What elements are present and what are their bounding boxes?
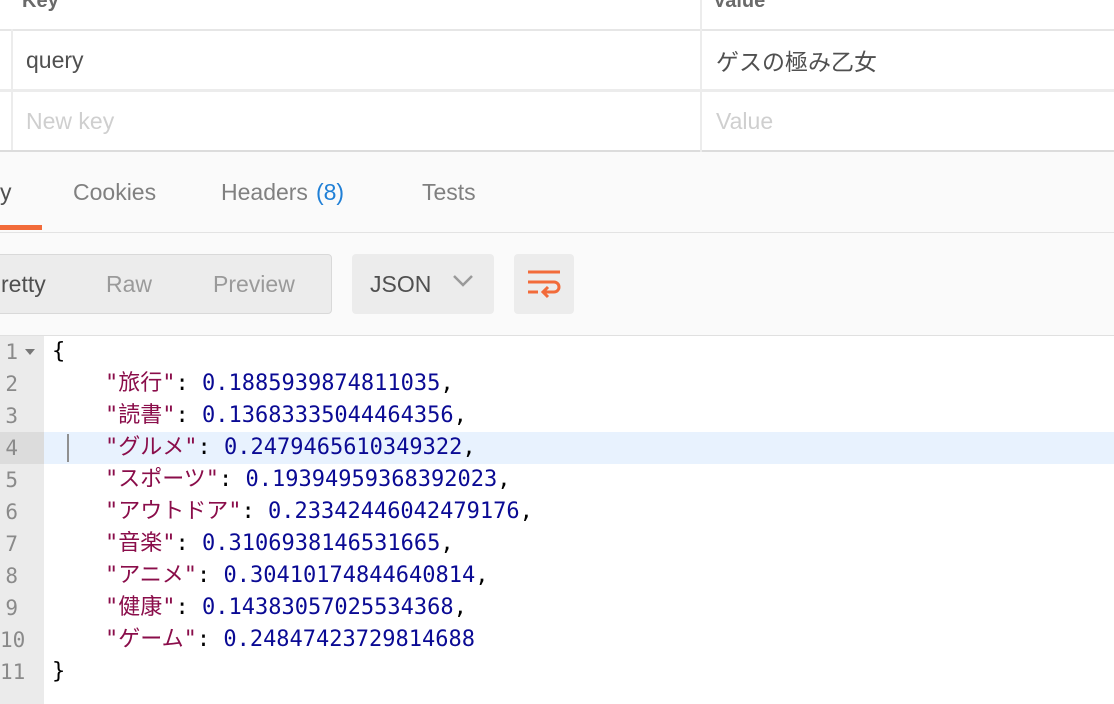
json-entry: "スポーツ": 0.19394959368392023, [104, 467, 511, 492]
json-value: 0.13683335044464356 [201, 403, 454, 428]
param-new-row: New key Value [0, 92, 1114, 152]
line-number: 2 [5, 372, 18, 396]
line-number: 1 [5, 340, 18, 364]
tab-cookies[interactable]: Cookies [73, 152, 156, 232]
json-entry: "健康": 0.14383057025534368, [104, 595, 467, 620]
line-number: 11 [0, 660, 26, 684]
json-entry: "読書": 0.13683335044464356, [104, 403, 467, 428]
json-key: "アニメ" [104, 563, 198, 588]
line-number: 9 [5, 596, 18, 620]
response-tabs: y Cookies Headers (8) Tests [0, 152, 1114, 233]
tab-headers[interactable]: Headers (8) [221, 152, 344, 232]
active-tab-indicator [0, 225, 42, 230]
param-key-field[interactable]: query [26, 31, 84, 89]
json-key: "旅行" [104, 371, 176, 396]
json-key: "ゲーム" [104, 627, 197, 652]
json-key: "スポーツ" [104, 467, 220, 492]
param-value-field[interactable]: ゲスの極み乙女 [716, 31, 877, 89]
json-key: "読書" [104, 403, 176, 428]
pretty-button[interactable]: retty [1, 255, 46, 313]
line-number: 10 [0, 628, 26, 652]
json-entry: "ゲーム": 0.24847423729814688 [104, 627, 475, 652]
json-value: 0.19394959368392023 [245, 467, 498, 492]
tab-tests[interactable]: Tests [422, 152, 476, 232]
response-body-editor[interactable]: 1 2 3 4 5 6 7 8 9 10 11 { "旅行": 0.188593… [0, 336, 1114, 704]
line-number: 4 [5, 436, 18, 460]
preview-button[interactable]: Preview [213, 255, 295, 313]
json-key: "グルメ" [104, 435, 198, 460]
json-open-brace: { [52, 339, 66, 364]
json-value: 0.23342446042479176 [267, 499, 520, 524]
line-number: 8 [5, 564, 18, 588]
json-entry: "音楽": 0.3106938146531665, [104, 531, 454, 556]
line-number: 3 [5, 404, 18, 428]
json-close-brace: } [52, 659, 66, 684]
fold-arrow-icon[interactable] [25, 349, 35, 355]
value-column-header: Value [713, 0, 766, 12]
json-value: 0.1885939874811035 [201, 371, 441, 396]
params-table: Key Value query ゲスの極み乙女 New key Value [0, 0, 1114, 152]
json-key: "アウトドア" [104, 499, 242, 524]
new-key-input[interactable]: New key [26, 92, 114, 150]
json-value: 0.2479465610349322 [223, 435, 463, 460]
wrap-lines-button[interactable] [514, 254, 574, 314]
json-value: 0.14383057025534368 [201, 595, 454, 620]
headers-count-badge: (8) [315, 178, 345, 205]
key-column-header: Key [22, 0, 59, 12]
json-value: 0.24847423729814688 [223, 627, 475, 652]
column-divider [700, 0, 702, 152]
row-handle-divider [11, 29, 13, 150]
format-select[interactable]: JSON [352, 254, 494, 314]
wrap-lines-icon [528, 270, 561, 299]
params-header: Key Value [0, 0, 1114, 31]
json-key: "健康" [104, 595, 176, 620]
json-entry: "アニメ": 0.30410174844640814, [104, 563, 489, 588]
tab-body[interactable]: y [0, 152, 12, 232]
new-value-input[interactable]: Value [716, 92, 773, 150]
json-value: 0.3106938146531665 [201, 531, 441, 556]
line-number: 5 [5, 468, 18, 492]
raw-button[interactable]: Raw [106, 255, 152, 313]
line-number: 6 [5, 500, 18, 524]
view-mode-segmented-control: retty Raw Preview [0, 254, 332, 314]
param-row: query ゲスの極み乙女 [0, 31, 1114, 92]
json-entry: "旅行": 0.1885939874811035, [104, 371, 454, 396]
json-value: 0.30410174844640814 [223, 563, 476, 588]
json-entry: "アウトドア": 0.23342446042479176, [104, 499, 533, 524]
json-key: "音楽" [104, 531, 176, 556]
format-select-value: JSON [370, 270, 432, 297]
response-toolbar: retty Raw Preview JSON [0, 233, 1114, 336]
json-entry: "グルメ": 0.2479465610349322, [104, 435, 476, 460]
chevron-down-icon [453, 275, 473, 287]
tab-headers-label: Headers [221, 178, 308, 205]
line-number: 7 [5, 532, 18, 556]
